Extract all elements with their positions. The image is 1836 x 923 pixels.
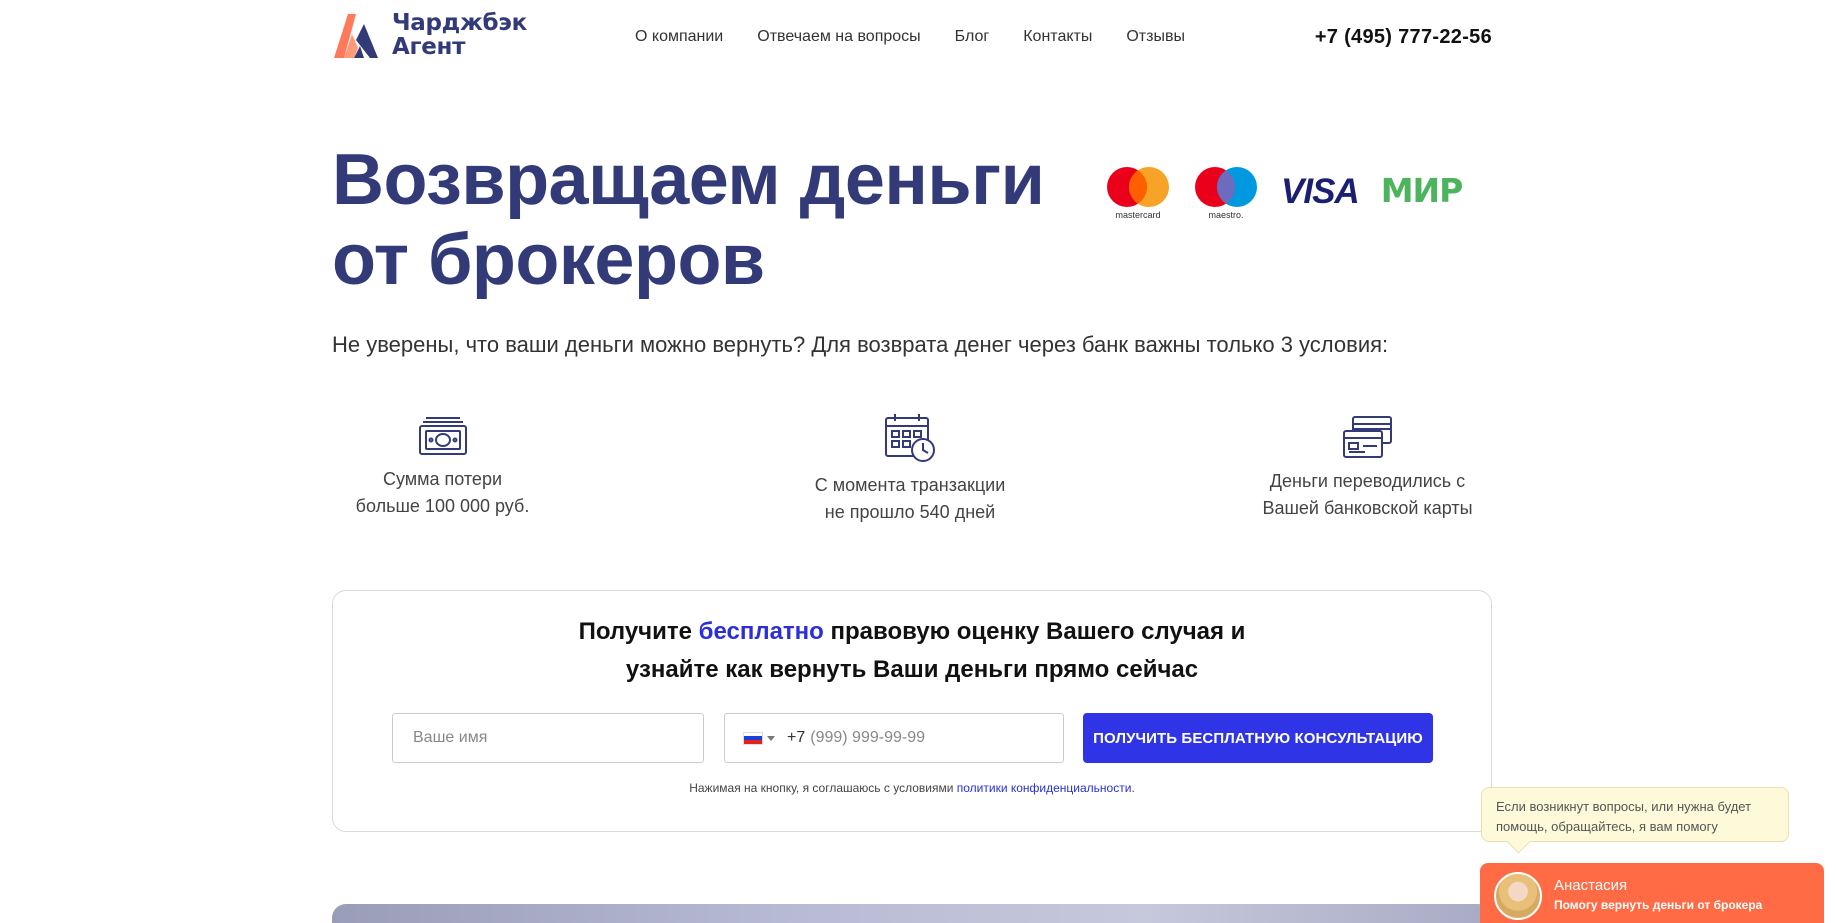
condition-days: С момента транзакции не прошло 540 дней <box>790 412 1030 526</box>
condition-card: Деньги переводились с Вашей банковской к… <box>1245 414 1490 522</box>
chevron-down-icon[interactable] <box>767 735 775 741</box>
form-title-part1: Получите <box>578 618 699 645</box>
mastercard-logo: mastercard <box>1105 166 1171 220</box>
logo-icon <box>334 14 378 58</box>
name-input-placeholder: Ваше имя <box>413 729 488 746</box>
payment-logos: mastercard maestro. VISA МИР <box>1105 166 1464 220</box>
get-consultation-button[interactable]: ПОЛУЧИТЬ БЕСПЛАТНУЮ КОНСУЛЬТАЦИЮ <box>1083 713 1433 763</box>
maestro-icon <box>1195 167 1257 207</box>
maestro-logo: maestro. <box>1193 166 1259 220</box>
condition-days-line1: С момента транзакции <box>814 475 1006 495</box>
condition-amount: Сумма потери больше 100 000 руб. <box>340 414 545 520</box>
form-title-part2: правовую оценку Вашего случая и <box>823 618 1246 645</box>
form-title: Получите бесплатно правовую оценку Вашег… <box>333 613 1491 689</box>
hero-title-line1: Возвращаем деньги <box>332 140 1045 220</box>
money-icon <box>418 417 467 455</box>
page: Чарджбэк Агент О компании Отвечаем на во… <box>0 0 1836 923</box>
hero-subtitle: Не уверены, что ваши деньги можно вернут… <box>332 332 1389 357</box>
privacy-agreement: Нажимая на кнопку, я соглашаюсь с услови… <box>333 781 1491 795</box>
nav-faq[interactable]: Отвечаем на вопросы <box>757 28 920 46</box>
condition-card-line1: Деньги переводились с <box>1269 471 1466 491</box>
calendar-clock-icon <box>885 414 935 462</box>
phone-country-code: +7 <box>787 729 806 746</box>
chat-bubble[interactable]: Если возникнут вопросы, или нужна будет … <box>1481 787 1789 842</box>
chat-agent-subtitle: Помогу вернуть деньги от брокера <box>1554 898 1763 912</box>
chat-widget[interactable]: Анастасия Помогу вернуть деньги от броке… <box>1480 863 1824 923</box>
logo-line2: Агент <box>392 34 466 60</box>
nav-contacts[interactable]: Контакты <box>1023 28 1092 46</box>
condition-amount-line1: Сумма потери <box>382 469 503 489</box>
mir-logo: МИР <box>1380 171 1464 210</box>
header: Чарджбэк Агент О компании Отвечаем на во… <box>332 0 1492 76</box>
name-input[interactable]: Ваше имя <box>392 713 704 763</box>
mastercard-icon <box>1107 167 1169 207</box>
header-phone[interactable]: +7 (495) 777-22-56 <box>1315 26 1492 49</box>
hero-title: Возвращаем деньги от брокеров <box>332 140 1092 300</box>
privacy-policy-link[interactable]: политики конфиденциальности <box>957 781 1132 795</box>
maestro-caption: maestro. <box>1208 210 1244 220</box>
visa-logo: VISA <box>1281 172 1360 211</box>
nav-about[interactable]: О компании <box>635 28 723 46</box>
phone-input[interactable]: +7 (999) 999-99-99 <box>724 713 1064 763</box>
logo-line1: Чарджбэк <box>392 10 527 36</box>
agree-end: . <box>1131 781 1135 795</box>
next-section-image <box>332 904 1492 923</box>
hero-title-line2: от брокеров <box>332 220 765 300</box>
agree-text: Нажимая на кнопку, я соглашаюсь с услови… <box>689 781 957 795</box>
consultation-form: Получите бесплатно правовую оценку Вашег… <box>332 590 1492 832</box>
condition-card-line2: Вашей банковской карты <box>1262 498 1473 518</box>
condition-amount-line2: больше 100 000 руб. <box>355 496 530 516</box>
russia-flag-icon[interactable] <box>743 731 763 745</box>
phone-input-placeholder: (999) 999-99-99 <box>810 729 925 746</box>
logo[interactable]: Чарджбэк Агент <box>332 10 527 60</box>
mastercard-caption: mastercard <box>1115 210 1161 220</box>
avatar <box>1494 872 1542 920</box>
form-title-line2: узнайте как вернуть Ваши деньги прямо се… <box>625 656 1199 683</box>
nav-reviews[interactable]: Отзывы <box>1126 28 1185 46</box>
form-title-highlight: бесплатно <box>698 618 824 645</box>
main-nav: О компании Отвечаем на вопросы Блог Конт… <box>635 28 1219 46</box>
condition-days-line2: не прошло 540 дней <box>824 502 996 522</box>
bank-card-icon <box>1342 416 1392 458</box>
chat-agent-name: Анастасия <box>1554 877 1628 894</box>
nav-blog[interactable]: Блог <box>955 28 990 46</box>
